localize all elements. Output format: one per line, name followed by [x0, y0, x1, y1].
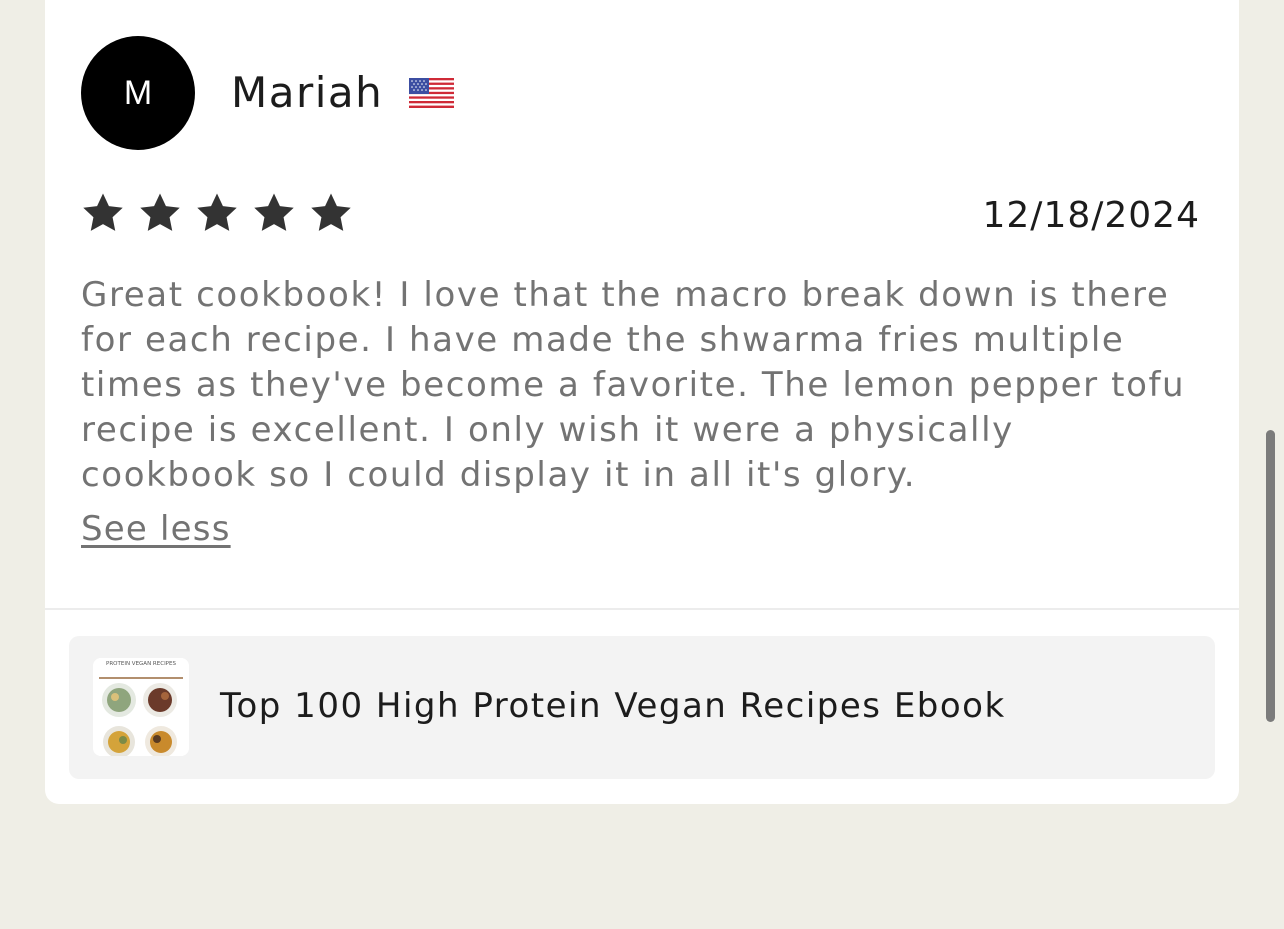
- product-title: Top 100 High Protein Vegan Recipes Ebook: [220, 686, 1006, 726]
- product-thumbnail: PROTEIN VEGAN RECIPES: [93, 658, 189, 756]
- avatar: M: [81, 36, 195, 150]
- review-text-line: for each recipe. I have made the shwarma…: [81, 320, 1125, 360]
- see-less-link[interactable]: See less: [81, 507, 231, 551]
- star-icon: [254, 193, 294, 231]
- review-date: 12/18/2024: [982, 195, 1200, 236]
- scrollbar[interactable]: [1266, 430, 1275, 722]
- us-flag-icon: [409, 78, 454, 108]
- review-text-line: recipe is excellent. I only wish it were…: [81, 410, 1014, 450]
- divider: [45, 608, 1239, 610]
- review-text-line: times as they've become a favorite. The …: [81, 365, 1186, 405]
- star-icon: [140, 193, 180, 231]
- review-text-line: Great cookbook! I love that the macro br…: [81, 275, 1170, 315]
- review-card: M Mariah 12/18/2024 Great cookbook! I lo…: [45, 0, 1239, 804]
- star-icon: [311, 193, 351, 231]
- reviewer-name: Mariah: [231, 68, 384, 117]
- star-icon: [197, 193, 237, 231]
- review-text: Great cookbook! I love that the macro br…: [81, 273, 1201, 498]
- review-text-line: cookbook so I could display it in all it…: [81, 455, 917, 495]
- ebook-cover-image: PROTEIN VEGAN RECIPES: [93, 658, 189, 756]
- product-link[interactable]: PROTEIN VEGAN RECIPES Top 100 High Prote…: [69, 636, 1215, 779]
- thumbnail-text: PROTEIN VEGAN RECIPES: [106, 661, 176, 667]
- star-rating: [80, 190, 354, 236]
- star-icon: [83, 193, 123, 231]
- avatar-initial: M: [123, 73, 153, 112]
